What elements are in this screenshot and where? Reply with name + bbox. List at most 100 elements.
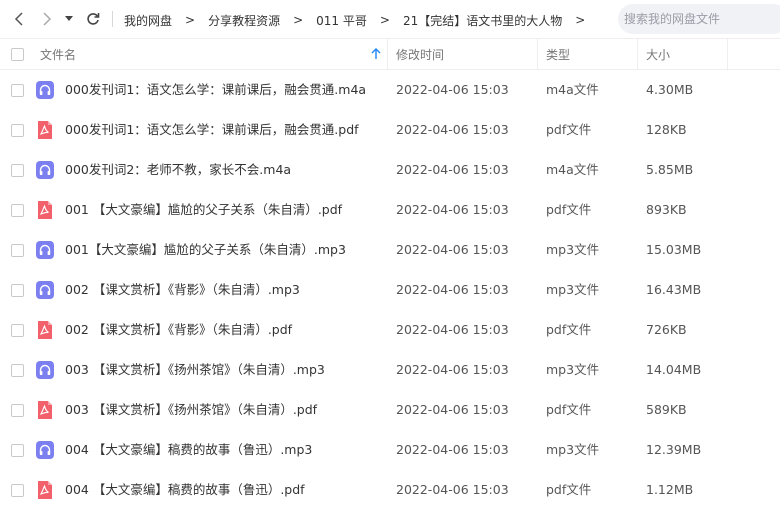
file-row[interactable]: 000发刊词1：语文怎么学：课前课后，融会贯通.pdf 2022-04-06 15… (0, 110, 780, 150)
sort-arrow-up-icon[interactable] (371, 48, 381, 60)
back-button[interactable] (8, 8, 30, 30)
file-type: pdf文件 (546, 482, 592, 497)
search-input[interactable] (624, 12, 774, 26)
file-size: 893KB (646, 202, 687, 217)
row-checkbox[interactable] (11, 444, 24, 457)
column-divider[interactable] (387, 39, 388, 69)
column-header-name[interactable]: 文件名 (40, 39, 76, 69)
refresh-button[interactable] (82, 8, 104, 30)
file-name[interactable]: 003 【课文赏析】《扬州茶馆》（朱自清）.pdf (65, 390, 317, 430)
file-name[interactable]: 000发刊词2：老师不教，家长不会.m4a (65, 150, 291, 190)
breadcrumb-item[interactable]: 011 平哥 (316, 12, 367, 29)
breadcrumb-separator: > (575, 13, 586, 27)
breadcrumb-separator: > (293, 13, 304, 27)
file-modified-time: 2022-04-06 15:03 (396, 122, 509, 137)
file-row[interactable]: 000发刊词1：语文怎么学：课前课后，融会贯通.m4a 2022-04-06 15… (0, 70, 780, 110)
file-modified-time: 2022-04-06 15:03 (396, 282, 509, 297)
chevron-right-icon (43, 12, 52, 26)
file-list-header: 文件名 修改时间 类型 大小 (0, 38, 780, 70)
breadcrumb-separator: > (185, 13, 196, 27)
row-checkbox[interactable] (11, 404, 24, 417)
column-header-modified[interactable]: 修改时间 (396, 39, 444, 69)
nav-divider (112, 11, 113, 27)
file-type: pdf文件 (546, 202, 592, 217)
file-name[interactable]: 001 【大文豪编】尴尬的父子关系（朱自清）.pdf (65, 190, 342, 230)
file-size: 128KB (646, 122, 687, 137)
breadcrumb: 我的网盘 > 分享教程资源 > 011 平哥 > 21【完结】语文书里的大人物 … (124, 11, 598, 29)
file-type: mp3文件 (546, 282, 600, 297)
breadcrumb-item[interactable]: 我的网盘 (124, 12, 172, 29)
caret-down-icon (65, 16, 73, 21)
breadcrumb-item[interactable]: 分享教程资源 (208, 12, 280, 29)
file-modified-time: 2022-04-06 15:03 (396, 202, 509, 217)
file-size: 1.12MB (646, 482, 694, 497)
row-checkbox[interactable] (11, 364, 24, 377)
file-name[interactable]: 002 【课文赏析】《背影》（朱自清）.pdf (65, 310, 292, 350)
forward-button[interactable] (36, 8, 58, 30)
file-row[interactable]: 004 【大文豪编】稿费的故事（鲁迅）.mp3 2022-04-06 15:03 m… (0, 430, 780, 470)
file-modified-time: 2022-04-06 15:03 (396, 402, 509, 417)
file-name[interactable]: 004 【大文豪编】稿费的故事（鲁迅）.pdf (65, 470, 305, 510)
file-row[interactable]: 004 【大文豪编】稿费的故事（鲁迅）.pdf 2022-04-06 15:03 p… (0, 470, 780, 510)
column-header-type[interactable]: 类型 (546, 39, 570, 69)
column-divider[interactable] (537, 39, 538, 69)
file-modified-time: 2022-04-06 15:03 (396, 362, 509, 377)
file-size: 14.04MB (646, 362, 702, 377)
file-row[interactable]: 002 【课文赏析】《背影》（朱自清）.pdf 2022-04-06 15:03 p… (0, 310, 780, 350)
file-name[interactable]: 000发刊词1：语文怎么学：课前课后，融会贯通.m4a (65, 70, 366, 110)
file-name[interactable]: 001【大文豪编】尴尬的父子关系（朱自清）.mp3 (65, 230, 346, 270)
file-type: m4a文件 (546, 162, 599, 177)
file-row[interactable]: 001【大文豪编】尴尬的父子关系（朱自清）.mp3 2022-04-06 15:0… (0, 230, 780, 270)
file-name[interactable]: 004 【大文豪编】稿费的故事（鲁迅）.mp3 (65, 430, 312, 470)
pdf-file-icon (36, 481, 54, 499)
audio-file-icon (36, 161, 54, 179)
file-row[interactable]: 002 【课文赏析】《背影》（朱自清）.mp3 2022-04-06 15:03 m… (0, 270, 780, 310)
column-divider[interactable] (727, 39, 728, 69)
row-checkbox[interactable] (11, 324, 24, 337)
file-row[interactable]: 000发刊词2：老师不教，家长不会.m4a 2022-04-06 15:03 m4a… (0, 150, 780, 190)
chevron-left-icon (14, 12, 23, 26)
file-type: m4a文件 (546, 82, 599, 97)
file-row[interactable]: 003 【课文赏析】《扬州茶馆》（朱自清）.mp3 2022-04-06 15:0… (0, 350, 780, 390)
history-dropdown-button[interactable] (62, 8, 76, 30)
file-list: 000发刊词1：语文怎么学：课前课后，融会贯通.m4a 2022-04-06 15… (0, 70, 780, 510)
audio-file-icon (36, 241, 54, 259)
audio-file-icon (36, 281, 54, 299)
row-checkbox[interactable] (11, 244, 24, 257)
file-size: 589KB (646, 402, 687, 417)
row-checkbox[interactable] (11, 284, 24, 297)
row-checkbox[interactable] (11, 164, 24, 177)
file-modified-time: 2022-04-06 15:03 (396, 442, 509, 457)
column-divider[interactable] (637, 39, 638, 69)
top-bar: 我的网盘 > 分享教程资源 > 011 平哥 > 21【完结】语文书里的大人物 … (0, 0, 780, 38)
row-checkbox[interactable] (11, 84, 24, 97)
file-size: 15.03MB (646, 242, 702, 257)
row-checkbox[interactable] (11, 484, 24, 497)
file-type: mp3文件 (546, 362, 600, 377)
file-type: mp3文件 (546, 442, 600, 457)
file-size: 12.39MB (646, 442, 702, 457)
breadcrumb-item-current[interactable]: 21【完结】语文书里的大人物 (403, 12, 562, 29)
file-name[interactable]: 003 【课文赏析】《扬州茶馆》（朱自清）.mp3 (65, 350, 325, 390)
pdf-file-icon (36, 401, 54, 419)
file-name[interactable]: 002 【课文赏析】《背影》（朱自清）.mp3 (65, 270, 300, 310)
file-modified-time: 2022-04-06 15:03 (396, 322, 509, 337)
pdf-file-icon (36, 121, 54, 139)
file-type: pdf文件 (546, 122, 592, 137)
file-name[interactable]: 000发刊词1：语文怎么学：课前课后，融会贯通.pdf (65, 110, 359, 150)
audio-file-icon (36, 361, 54, 379)
audio-file-icon (36, 441, 54, 459)
file-modified-time: 2022-04-06 15:03 (396, 242, 509, 257)
file-size: 5.85MB (646, 162, 694, 177)
pdf-file-icon (36, 201, 54, 219)
row-checkbox[interactable] (11, 124, 24, 137)
row-checkbox[interactable] (11, 204, 24, 217)
column-header-size[interactable]: 大小 (646, 39, 670, 69)
refresh-icon (87, 13, 100, 25)
file-row[interactable]: 003 【课文赏析】《扬州茶馆》（朱自清）.pdf 2022-04-06 15:0… (0, 390, 780, 430)
file-row[interactable]: 001 【大文豪编】尴尬的父子关系（朱自清）.pdf 2022-04-06 15:… (0, 190, 780, 230)
select-all-checkbox[interactable] (11, 48, 24, 61)
file-modified-time: 2022-04-06 15:03 (396, 82, 509, 97)
file-type: mp3文件 (546, 242, 600, 257)
audio-file-icon (36, 81, 54, 99)
